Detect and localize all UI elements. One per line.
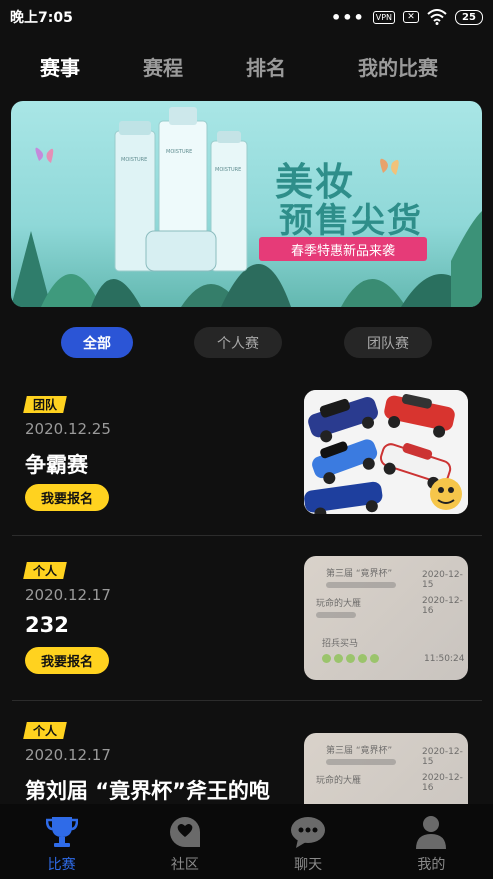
event-title[interactable]: 第刘届 “竟界杯”斧王的咆 (25, 775, 270, 805)
tab-schedule[interactable]: 赛程 (143, 52, 183, 81)
signup-button[interactable]: 我要报名 (25, 647, 110, 674)
community-icon (167, 814, 203, 850)
chat-text: 第三届 “竟界杯” (326, 746, 393, 756)
event-tag: 个人 (23, 722, 67, 739)
nav-profile[interactable]: 我的 (370, 804, 493, 879)
nav-matches[interactable]: 比赛 (0, 804, 123, 879)
status-bar: 晚上7:05 ••• VPN ✕ 25 (0, 0, 493, 34)
chat-icon (290, 814, 326, 850)
emoji-row (322, 654, 379, 663)
top-tabs: 赛事 赛程 排名 我的比赛 (0, 52, 493, 86)
event-thumbnail[interactable]: 第三届 “竟界杯” 2020-12-15 玩命的大雁 2020-12-16 招兵… (304, 556, 468, 680)
profile-icon (413, 814, 449, 850)
status-time: 晚上7:05 (10, 10, 73, 26)
filter-team[interactable]: 团队赛 (344, 327, 432, 358)
tab-my-matches[interactable]: 我的比赛 (358, 52, 438, 81)
chat-line (326, 582, 396, 588)
toy-cars-image (304, 390, 468, 514)
vpn-icon: VPN (372, 10, 395, 24)
promo-banner[interactable]: MOISTURE MOISTURE MOISTURE 美妆 预售尖货 春季特惠新… (11, 101, 482, 307)
wifi-icon (427, 9, 447, 25)
nav-label: 聊天 (294, 857, 323, 873)
event-title[interactable]: 232 (25, 613, 69, 637)
tab-ranking[interactable]: 排名 (246, 52, 286, 81)
banner-title-line2: 预售尖货 (279, 201, 423, 241)
chat-time: 11:50:24 (424, 654, 465, 664)
chat-text: 第三届 “竟界杯” (326, 569, 393, 579)
nav-label: 比赛 (47, 857, 76, 873)
event-tag: 团队 (23, 396, 67, 413)
event-title[interactable]: 争霸赛 (25, 449, 88, 479)
event-tag: 个人 (23, 562, 67, 579)
no-sim-icon: ✕ (403, 11, 419, 23)
status-icons: ••• VPN ✕ 25 (331, 8, 483, 27)
tab-events[interactable]: 赛事 (38, 52, 82, 81)
divider (12, 535, 482, 536)
chat-text: 玩命的大雁 (316, 599, 362, 609)
signup-button[interactable]: 我要报名 (25, 484, 110, 511)
chat-line (316, 612, 356, 618)
bottom-nav: 比赛 社区 聊天 我的 (0, 804, 493, 879)
chat-time: 2020-12-15 (422, 747, 463, 767)
svg-text:MOISTURE: MOISTURE (121, 157, 147, 163)
nav-community[interactable]: 社区 (123, 804, 246, 879)
filter-individual[interactable]: 个人赛 (194, 327, 282, 358)
svg-text:MOISTURE: MOISTURE (166, 149, 192, 155)
banner-ribbon: 春季特惠新品来袭 (259, 237, 427, 261)
nav-chat[interactable]: 聊天 (247, 804, 370, 879)
chat-text: 玩命的大雁 (316, 776, 362, 786)
trophy-icon (44, 814, 80, 850)
event-date: 2020.12.25 (25, 420, 111, 438)
event-date: 2020.12.17 (25, 586, 111, 604)
chat-time: 2020-12-16 (422, 596, 463, 616)
event-thumbnail[interactable] (304, 390, 468, 514)
chat-time: 2020-12-16 (422, 773, 463, 793)
chat-time: 2020-12-15 (422, 570, 463, 590)
chat-line (326, 759, 396, 765)
battery-icon: 25 (455, 9, 483, 25)
nav-label: 社区 (170, 857, 199, 873)
svg-text:MOISTURE: MOISTURE (215, 167, 241, 173)
chat-text: 招兵买马 (322, 639, 359, 649)
filter-all[interactable]: 全部 (61, 327, 133, 358)
event-date: 2020.12.17 (25, 746, 111, 764)
app-screen: 晚上7:05 ••• VPN ✕ 25 赛事 赛程 排名 我的比赛 MOISTU… (0, 0, 493, 879)
divider (12, 700, 482, 701)
more-dots-icon: ••• (331, 7, 365, 27)
nav-label: 我的 (417, 857, 446, 873)
